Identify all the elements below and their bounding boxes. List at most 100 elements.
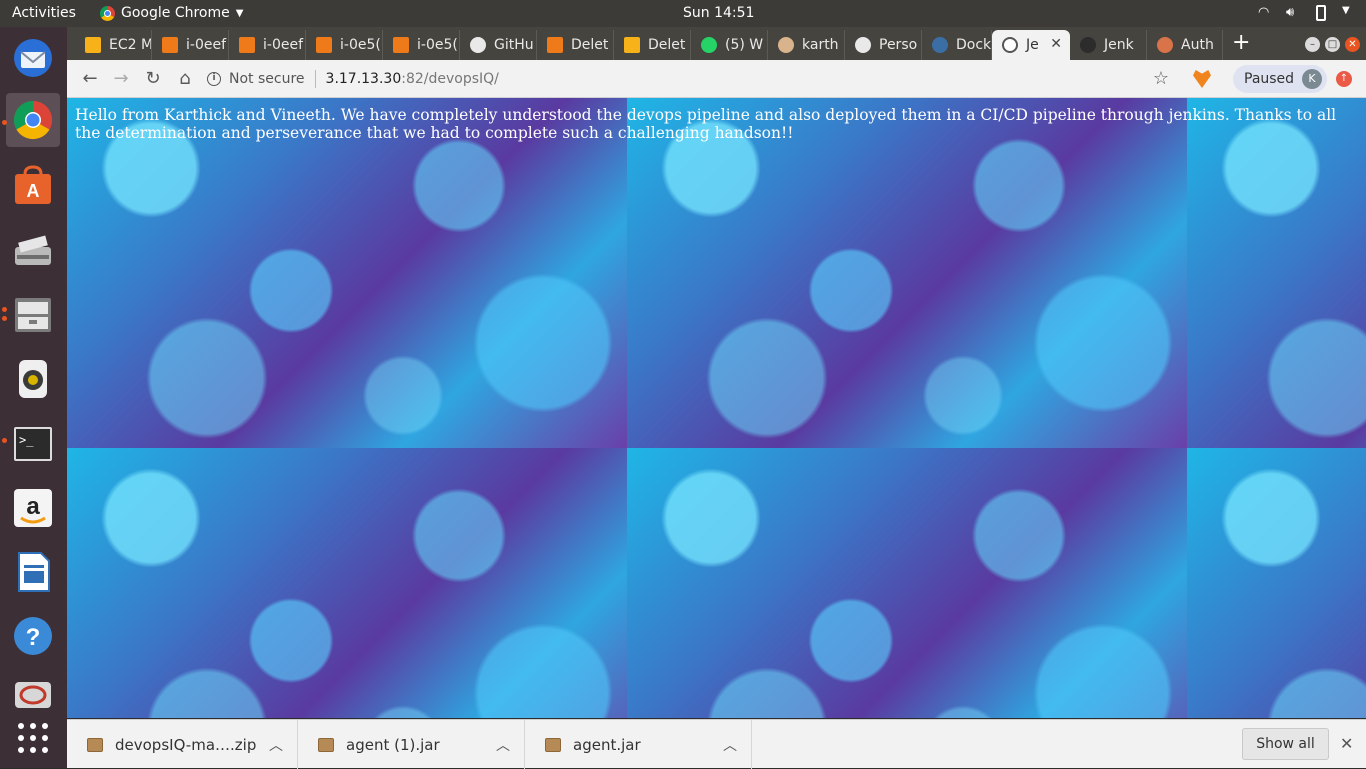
- globe-icon: [1002, 37, 1018, 53]
- github-icon: [855, 37, 871, 53]
- activities-button[interactable]: Activities: [12, 5, 76, 21]
- forward-button[interactable]: →: [110, 68, 132, 90]
- aws-cube-icon: [547, 37, 563, 53]
- close-window-button[interactable]: ✕: [1345, 37, 1360, 52]
- url-path: :82/devopsIQ/: [401, 71, 499, 87]
- github-icon: [470, 37, 486, 53]
- tab-label: i-0eef: [186, 37, 227, 53]
- svg-text:A: A: [27, 181, 40, 201]
- aws-cube-icon: [239, 37, 255, 53]
- tab-instance[interactable]: i-0e5(: [383, 30, 460, 60]
- tab-ec2[interactable]: EC2 M: [75, 30, 152, 60]
- app-grid-icon[interactable]: [6, 711, 60, 765]
- tab-auth[interactable]: Auth: [1147, 30, 1223, 60]
- files-icon[interactable]: [6, 287, 60, 341]
- show-all-button[interactable]: Show all: [1242, 728, 1329, 760]
- download-item[interactable]: agent.jar ︿: [525, 720, 752, 769]
- running-indicator: [2, 120, 7, 125]
- info-icon[interactable]: i: [207, 72, 221, 86]
- download-filename: agent.jar: [573, 735, 641, 754]
- chevron-up-icon[interactable]: ︿: [496, 735, 510, 755]
- volume-icon[interactable]: 🔊︎: [1286, 5, 1294, 20]
- tab-strip: EC2 M i-0eef i-0eef i-0e5( i-0e5( GitHu …: [67, 27, 1366, 60]
- aws-cube-icon: [624, 37, 640, 53]
- page-content: Hello from Karthick and Vineeth. We have…: [67, 98, 1366, 718]
- back-button[interactable]: ←: [79, 68, 101, 90]
- minimize-button[interactable]: –: [1305, 37, 1320, 52]
- new-tab-button[interactable]: +: [1232, 30, 1250, 55]
- dock-launcher: A >_ a ?: [0, 27, 67, 768]
- bookmark-star-icon[interactable]: ☆: [1150, 68, 1172, 90]
- tab-github[interactable]: GitHu: [460, 30, 537, 60]
- system-top-bar: Activities Google Chrome ▼ Sun 14:51 ◠ 🔊…: [0, 0, 1366, 27]
- avatar: K: [1302, 69, 1322, 89]
- tab-label: i-0e5(: [417, 37, 458, 53]
- tab-active-jenkins[interactable]: Je ✕: [992, 30, 1070, 60]
- chevron-up-icon[interactable]: ︿: [723, 735, 737, 755]
- jenkins-icon: [1080, 37, 1096, 53]
- app-menu[interactable]: Google Chrome ▼: [100, 5, 243, 21]
- address-bar[interactable]: i Not secure 3.17.13.30 :82/devopsIQ/: [207, 65, 1157, 93]
- metamask-icon[interactable]: [1193, 70, 1211, 88]
- tab-github-personal[interactable]: Perso: [845, 30, 922, 60]
- close-shelf-icon[interactable]: ✕: [1340, 734, 1353, 753]
- help-icon[interactable]: ?: [6, 609, 60, 663]
- paused-profile-button[interactable]: Paused K: [1233, 65, 1327, 93]
- separator: [314, 70, 316, 88]
- download-shelf: devopsIQ-ma….zip ︿ agent (1).jar ︿ agent…: [67, 719, 1366, 769]
- hello-message: Hello from Karthick and Vineeth. We have…: [75, 106, 1337, 142]
- package-icon: [318, 737, 334, 752]
- writer-icon[interactable]: [6, 545, 60, 599]
- running-indicator: [2, 438, 7, 443]
- tab-label: i-0e5(: [340, 37, 381, 53]
- aws-cube-icon: [162, 37, 178, 53]
- tab-label: Je: [1026, 37, 1039, 53]
- battery-icon[interactable]: [1316, 5, 1326, 21]
- browser-toolbar: ← → ↻ ⌂ i Not secure 3.17.13.30 :82/devo…: [67, 60, 1366, 98]
- package-icon: [545, 737, 561, 752]
- tab-label: Delet: [648, 37, 686, 53]
- download-item[interactable]: devopsIQ-ma….zip ︿: [67, 720, 298, 769]
- chrome-small-icon: [100, 5, 115, 21]
- jenkins-icon: [778, 37, 794, 53]
- aws-cube-icon: [85, 37, 101, 53]
- rhythmbox-icon[interactable]: [6, 351, 60, 405]
- chevron-up-icon[interactable]: ︿: [269, 735, 283, 755]
- tab-delete[interactable]: Delet: [614, 30, 691, 60]
- svg-text:?: ?: [26, 624, 41, 651]
- tab-label: karth: [802, 37, 839, 53]
- scanner-icon[interactable]: [6, 224, 60, 278]
- thunderbird-icon[interactable]: [6, 31, 60, 85]
- chevron-down-icon: ▼: [235, 7, 244, 19]
- tab-label: Delet: [571, 37, 609, 53]
- tab-label: EC2 M: [109, 37, 152, 53]
- tab-label: GitHu: [494, 37, 534, 53]
- wifi-icon[interactable]: ◠: [1258, 5, 1269, 20]
- home-button[interactable]: ⌂: [174, 68, 196, 90]
- tab-whatsapp[interactable]: (5) W: [691, 30, 768, 60]
- clock[interactable]: Sun 14:51: [683, 5, 754, 21]
- update-icon[interactable]: ↑: [1336, 71, 1352, 87]
- download-item[interactable]: agent (1).jar ︿: [298, 720, 525, 769]
- system-menu-chevron-icon[interactable]: ▼: [1342, 5, 1350, 16]
- close-tab-icon[interactable]: ✕: [1050, 36, 1062, 52]
- maximize-button[interactable]: □: [1325, 37, 1340, 52]
- download-filename: devopsIQ-ma….zip: [115, 735, 257, 754]
- amazon-icon[interactable]: a: [6, 481, 60, 535]
- tab-jenkins-karth[interactable]: karth: [768, 30, 845, 60]
- chrome-icon[interactable]: [6, 93, 60, 147]
- tab-instance[interactable]: i-0eef: [229, 30, 306, 60]
- docker-icon: [932, 37, 948, 53]
- tab-jenkins[interactable]: Jenk: [1070, 30, 1147, 60]
- tab-docker[interactable]: Dock: [922, 30, 992, 60]
- terminal-icon[interactable]: >_: [6, 417, 60, 471]
- tab-instance[interactable]: i-0e5(: [306, 30, 383, 60]
- tab-delete[interactable]: Delet: [537, 30, 614, 60]
- tab-label: Auth: [1181, 37, 1214, 53]
- reload-button[interactable]: ↻: [142, 68, 164, 90]
- software-center-icon[interactable]: A: [6, 159, 60, 213]
- tab-instance[interactable]: i-0eef: [152, 30, 229, 60]
- jenkins-icon: [1157, 37, 1173, 53]
- package-icon: [87, 737, 103, 752]
- paused-label: Paused: [1244, 71, 1295, 87]
